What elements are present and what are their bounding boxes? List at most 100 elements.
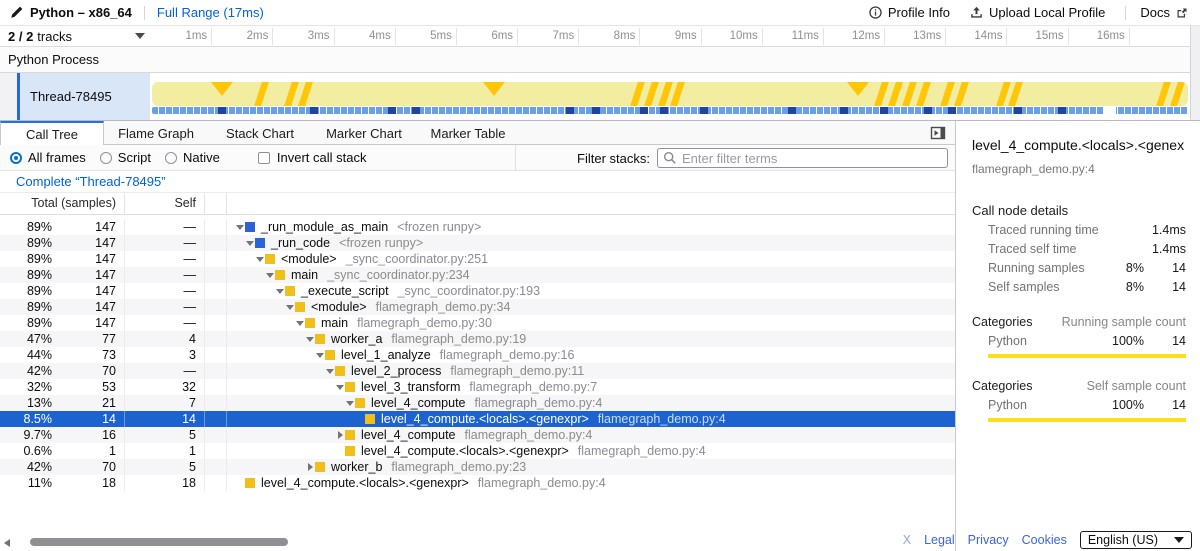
call-tree-row[interactable]: 89%147—main_sync_coordinator.py:234 bbox=[0, 267, 955, 283]
tracks-scrollbar-gutter[interactable] bbox=[1190, 26, 1200, 120]
call-tree-row[interactable]: 89%147—mainflamegraph_demo.py:30 bbox=[0, 315, 955, 331]
column-total-samples[interactable]: Total (samples) bbox=[0, 193, 125, 214]
ruler-tick-line bbox=[211, 28, 212, 45]
breadcrumb[interactable]: Complete “Thread-78495” bbox=[0, 171, 955, 193]
marker-slash-icon[interactable] bbox=[253, 82, 269, 106]
collapse-arrow-icon[interactable] bbox=[325, 363, 335, 379]
marker-triangle-icon[interactable] bbox=[847, 82, 869, 96]
call-tree-row[interactable]: 0.6%11level_4_compute.<locals>.<genexpr>… bbox=[0, 443, 955, 459]
edit-pencil-icon[interactable] bbox=[10, 6, 23, 19]
language-select[interactable]: English (US) bbox=[1080, 531, 1192, 549]
call-tree-row[interactable]: 47%774worker_aflamegraph_demo.py:19 bbox=[0, 331, 955, 347]
collapse-arrow-icon[interactable] bbox=[315, 347, 325, 363]
marker-slash-icon[interactable] bbox=[873, 82, 889, 106]
collapse-arrow-icon[interactable] bbox=[305, 331, 315, 347]
marker-slash-icon[interactable] bbox=[901, 82, 917, 106]
horizontal-scrollbar[interactable] bbox=[0, 537, 955, 549]
file-location: flamegraph_demo.py:11 bbox=[450, 363, 584, 379]
collapse-arrow-icon[interactable] bbox=[245, 235, 255, 251]
thread-track[interactable]: Thread-78495 bbox=[0, 73, 1200, 120]
tab-call-tree[interactable]: Call Tree bbox=[0, 121, 104, 146]
call-tree-row[interactable]: 89%147—<module>_sync_coordinator.py:251 bbox=[0, 251, 955, 267]
upload-profile-button[interactable]: Upload Local Profile bbox=[970, 5, 1105, 20]
call-tree-row[interactable]: 89%147—_run_module_as_main<frozen runpy> bbox=[0, 219, 955, 235]
expand-arrow-icon[interactable] bbox=[335, 427, 345, 443]
invert-call-stack-checkbox[interactable]: Invert call stack bbox=[258, 150, 367, 165]
scrollbar-thumb[interactable] bbox=[30, 538, 288, 546]
call-tree-row[interactable]: 89%147—<module>flamegraph_demo.py:34 bbox=[0, 299, 955, 315]
radio-label: Native bbox=[183, 150, 220, 165]
collapse-arrow-icon[interactable] bbox=[345, 395, 355, 411]
call-tree-row[interactable]: 8.5%1414level_4_compute.<locals>.<genexp… bbox=[0, 411, 955, 427]
collapse-arrow-icon[interactable] bbox=[335, 379, 345, 395]
docs-link[interactable]: Docs bbox=[1140, 5, 1188, 20]
call-tree-row[interactable]: 89%147—_run_code<frozen runpy> bbox=[0, 235, 955, 251]
call-tree-row[interactable]: 32%5332level_3_transformflamegraph_demo.… bbox=[0, 379, 955, 395]
collapse-arrow-icon[interactable] bbox=[255, 251, 265, 267]
thread-track-label[interactable]: Thread-78495 bbox=[20, 73, 150, 120]
thread-track-canvas[interactable] bbox=[150, 73, 1190, 120]
footer-link-privacy[interactable]: Privacy bbox=[968, 533, 1009, 547]
call-tree-row[interactable]: 13%217level_4_computeflamegraph_demo.py:… bbox=[0, 395, 955, 411]
tab-marker-chart[interactable]: Marker Chart bbox=[312, 121, 416, 144]
radio-native[interactable]: Native bbox=[165, 150, 220, 165]
footer-link-cookies[interactable]: Cookies bbox=[1022, 533, 1067, 547]
collapse-arrow-icon[interactable] bbox=[235, 219, 245, 235]
spacer-cell bbox=[205, 363, 227, 379]
sidebar-toggle-icon[interactable] bbox=[930, 125, 946, 141]
breadcrumb-link[interactable]: Complete “Thread-78495” bbox=[16, 174, 166, 189]
tracks-dropdown[interactable]: 2 / 2 tracks bbox=[8, 26, 146, 46]
collapse-arrow-icon[interactable] bbox=[265, 267, 275, 283]
collapse-arrow-icon[interactable] bbox=[295, 315, 305, 331]
total-cell: 89%147 bbox=[0, 267, 125, 283]
activity-graph[interactable] bbox=[152, 82, 1188, 106]
total-cell: 32%53 bbox=[0, 379, 125, 395]
call-tree-row[interactable]: 89%147—_execute_script_sync_coordinator.… bbox=[0, 283, 955, 299]
full-range-link[interactable]: Full Range (17ms) bbox=[157, 5, 264, 20]
radio-script[interactable]: Script bbox=[100, 150, 151, 165]
marker-slash-icon[interactable] bbox=[887, 82, 903, 106]
scroll-left-arrow-icon[interactable] bbox=[4, 539, 10, 547]
category-square-icon bbox=[285, 286, 295, 296]
filter-stacks-input[interactable] bbox=[657, 148, 948, 168]
footer-link-legal[interactable]: Legal bbox=[924, 533, 955, 547]
marker-slash-icon[interactable] bbox=[953, 82, 969, 106]
tree-cell: <module>_sync_coordinator.py:251 bbox=[227, 251, 955, 267]
marker-slash-icon[interactable] bbox=[1155, 82, 1171, 106]
marker-slash-icon[interactable] bbox=[669, 82, 685, 106]
profile-info-button[interactable]: Profile Info bbox=[869, 5, 950, 20]
process-track-header[interactable]: Python Process bbox=[0, 47, 1200, 73]
tab-stack-chart[interactable]: Stack Chart bbox=[208, 121, 312, 144]
call-tree-row[interactable]: 11%1818level_4_compute.<locals>.<genexpr… bbox=[0, 475, 955, 491]
call-tree-row[interactable]: 42%70—level_2_processflamegraph_demo.py:… bbox=[0, 363, 955, 379]
marker-triangle-icon[interactable] bbox=[211, 82, 233, 96]
marker-slash-icon[interactable] bbox=[643, 82, 659, 106]
file-location: flamegraph_demo.py:4 bbox=[598, 411, 726, 427]
tab-marker-table[interactable]: Marker Table bbox=[416, 121, 520, 144]
column-tree bbox=[227, 193, 955, 214]
categories-label: Categories bbox=[972, 379, 1032, 393]
profile-title[interactable]: Python – x86_64 bbox=[30, 5, 132, 20]
collapse-arrow-icon[interactable] bbox=[275, 283, 285, 299]
footer-link-x[interactable]: X bbox=[903, 533, 911, 547]
profile-info-label: Profile Info bbox=[888, 5, 950, 20]
marker-slash-icon[interactable] bbox=[297, 82, 313, 106]
sample-strip[interactable] bbox=[152, 107, 1188, 114]
radio-all-frames[interactable]: All frames bbox=[10, 150, 86, 165]
column-self[interactable]: Self bbox=[125, 193, 205, 214]
marker-slash-icon[interactable] bbox=[629, 82, 645, 106]
marker-triangle-icon[interactable] bbox=[483, 82, 505, 96]
category-row: Python 100% 14 bbox=[988, 398, 1186, 412]
marker-slash-icon[interactable] bbox=[1007, 82, 1023, 106]
call-tree-row[interactable]: 42%705worker_bflamegraph_demo.py:23 bbox=[0, 459, 955, 475]
expand-arrow-icon[interactable] bbox=[305, 459, 315, 475]
marker-slash-icon[interactable] bbox=[1169, 82, 1185, 106]
marker-slash-icon[interactable] bbox=[939, 82, 955, 106]
marker-slash-icon[interactable] bbox=[915, 82, 931, 106]
call-tree-row[interactable]: 44%733level_1_analyzeflamegraph_demo.py:… bbox=[0, 347, 955, 363]
marker-slash-icon[interactable] bbox=[283, 82, 299, 106]
collapse-arrow-icon[interactable] bbox=[285, 299, 295, 315]
tab-flame-graph[interactable]: Flame Graph bbox=[104, 121, 208, 144]
call-tree-row[interactable]: 9.7%165level_4_computeflamegraph_demo.py… bbox=[0, 427, 955, 443]
tree-cell: level_4_compute.<locals>.<genexpr>flameg… bbox=[227, 411, 955, 427]
